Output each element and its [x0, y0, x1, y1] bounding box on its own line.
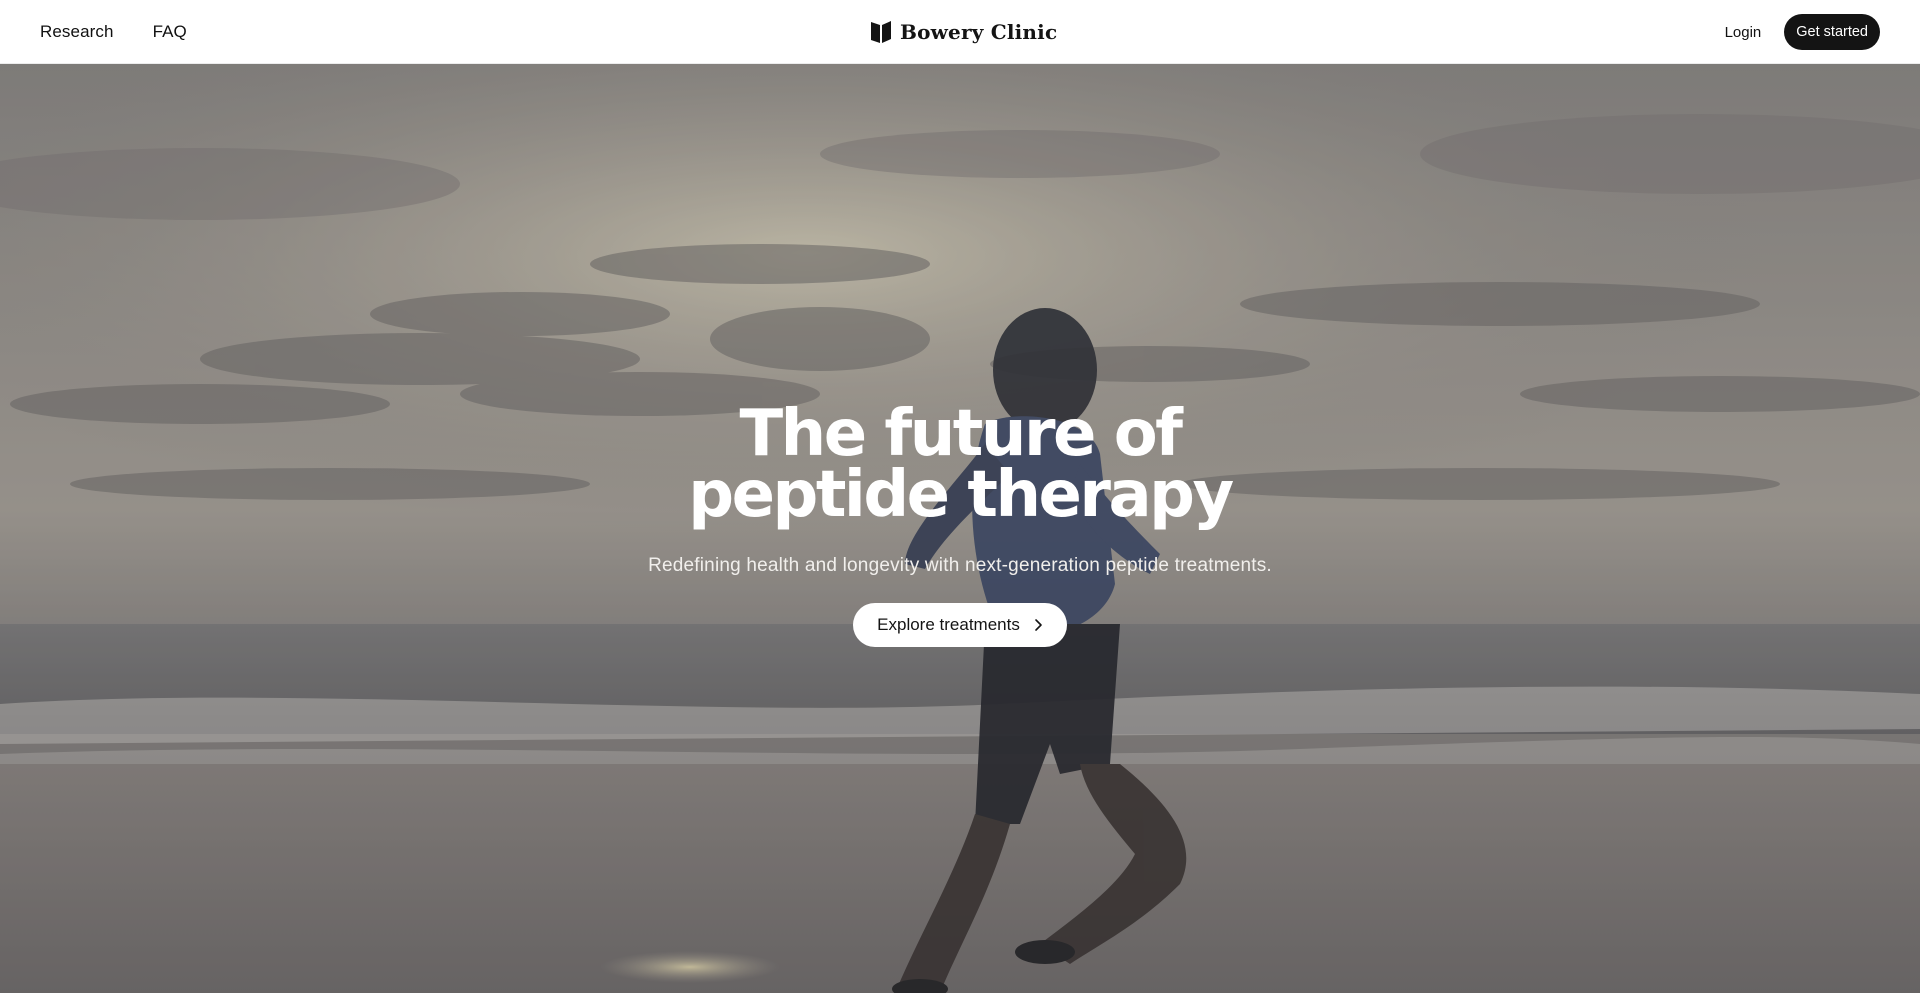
primary-nav: Research FAQ [40, 0, 187, 64]
top-navigation-bar: Research FAQ Bowery Clinic Login Get sta… [0, 0, 1920, 64]
hero-subtitle: Redefining health and longevity with nex… [648, 555, 1272, 576]
explore-treatments-label: Explore treatments [877, 615, 1020, 634]
account-nav: Login Get started [1725, 0, 1880, 64]
get-started-button[interactable]: Get started [1784, 14, 1880, 50]
nav-link-research[interactable]: Research [40, 22, 114, 42]
hero-section: The future of peptide therapy Redefining… [0, 64, 1920, 993]
brand-name: Bowery Clinic [900, 20, 1058, 44]
hero-title: The future of peptide therapy [0, 397, 1920, 532]
book-logo-icon [871, 21, 891, 43]
hero-title-line-1: The future of [739, 397, 1183, 471]
hero-content: The future of peptide therapy Redefining… [0, 397, 1920, 647]
hero-title-line-2: peptide therapy [688, 458, 1234, 532]
explore-treatments-button[interactable]: Explore treatments [853, 603, 1067, 647]
nav-link-faq[interactable]: FAQ [153, 22, 187, 42]
login-link[interactable]: Login [1725, 24, 1762, 41]
chevron-right-icon [1035, 619, 1042, 631]
brand-logo[interactable]: Bowery Clinic [870, 0, 1057, 64]
